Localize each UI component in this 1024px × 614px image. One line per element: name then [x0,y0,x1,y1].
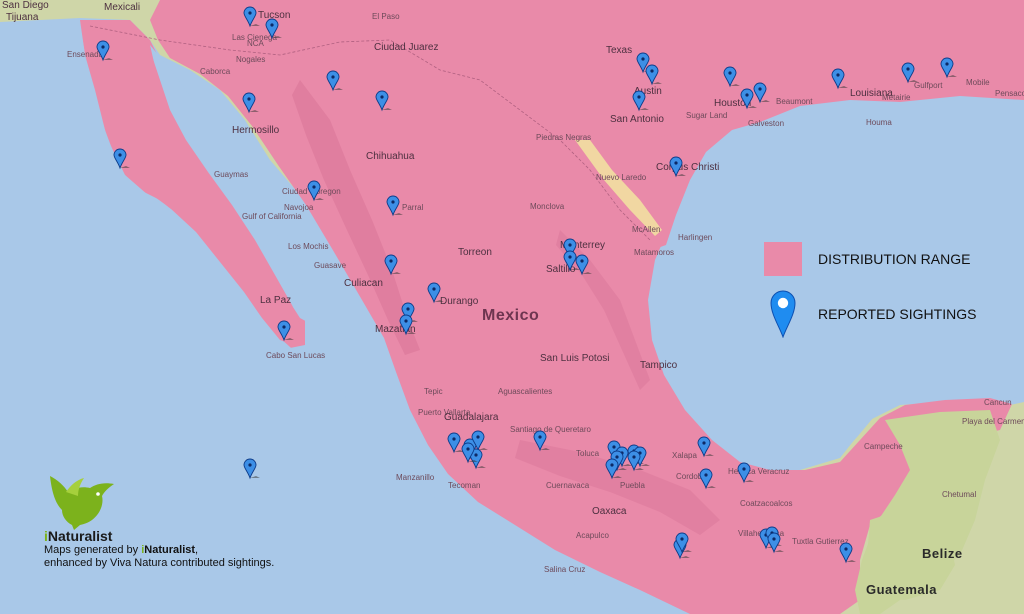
place-label: Oaxaca [592,506,627,517]
place-label: Nuevo Laredo [596,173,647,182]
place-label: Metairie [882,93,911,102]
place-label: Piedras Negras [536,133,591,142]
place-label: Aguascalientes [498,387,552,396]
place-label: Sugar Land [686,111,727,120]
credit-line-2: enhanced by Viva Natura contributed sigh… [44,557,275,569]
place-label: Toluca [576,449,600,458]
place-label: San Diego [2,0,49,11]
place-label: Harlingen [678,233,712,242]
place-label: Nogales [236,55,265,64]
place-label: Houma [866,118,892,127]
place-label: Galveston [748,119,784,128]
place-label: El Paso [372,12,400,21]
place-label: Playa del Carmen [962,417,1024,426]
place-label: Cuernavaca [546,481,590,490]
place-label: Texas [606,45,632,56]
place-label: San Antonio [610,114,664,125]
place-label: Matamoros [634,248,674,257]
place-label: Guasave [314,261,347,270]
place-label: Chihuahua [366,151,415,162]
place-label: Puebla [620,481,645,490]
place-label: San Luis Potosi [540,353,610,364]
credit-line-1: Maps generated by iNaturalist, [44,544,344,557]
place-label: NCA [247,39,265,48]
map-view[interactable]: San Diego Tijuana Mexicali Ensenada Tucson La… [0,0,1024,614]
legend-row-range: DISTRIBUTION RANGE [764,242,970,276]
place-label: Durango [440,296,479,307]
legend-label-sightings: REPORTED SIGHTINGS [818,306,977,322]
country-label-guatemala: Guatemala [866,582,937,597]
credit-suffix: , [195,544,199,556]
place-label: Manzanillo [396,473,435,482]
legend-label-range: DISTRIBUTION RANGE [818,251,971,267]
range-swatch [764,242,802,276]
place-label: Tijuana [6,12,39,23]
place-label: Culiacan [344,278,383,289]
place-label: Heroica Veracruz [728,467,789,476]
logo-rest: Naturalist [47,528,113,544]
place-label: Tepic [424,387,443,396]
country-label-belize: Belize [922,546,963,561]
place-label: Navojoa [284,203,314,212]
credit-prefix: Maps generated by [44,544,142,556]
place-label: Pensacola [995,89,1024,98]
place-label: Coatzacoalcos [740,499,792,508]
credit-brand: iNaturalist [141,544,195,556]
place-label: Cabo San Lucas [266,351,325,360]
place-label: Chetumal [942,490,976,499]
place-label: Cancun [984,398,1012,407]
place-label: Gulfport [914,81,943,90]
place-label: Xalapa [672,451,697,460]
place-label: McAllen [632,225,660,234]
credit-block: iNaturalist Maps generated by iNaturalis… [44,470,344,570]
place-label: Santiago de Queretaro [510,425,591,434]
place-label: Los Mochis [288,242,328,251]
place-label: Gulf of California [242,212,302,221]
place-label: Torreon [458,247,492,258]
place-label: Salina Cruz [544,565,585,574]
inaturalist-bird-icon [44,470,124,530]
place-label: Parral [402,203,424,212]
place-label: Mexicali [104,2,140,13]
place-label: Corpus Christi [656,162,719,173]
place-label: Monclova [530,202,565,211]
place-label: Campeche [864,442,903,451]
place-label: Caborca [200,67,231,76]
map-legend: DISTRIBUTION RANGE REPORTED SIGHTINGS [764,242,1004,342]
place-label: Acapulco [576,531,609,540]
place-label: Tecoman [448,481,480,490]
place-label: La Paz [260,295,291,306]
place-label: Guadalajara [444,412,499,423]
place-label: Ensenada [67,50,104,59]
place-label: Tampico [640,360,678,371]
country-label-mexico: Mexico [482,307,539,324]
place-label: Tuxtla Gutierrez [792,537,849,546]
logo-wordmark: iNaturalist [44,528,344,544]
place-label: Mobile [966,78,990,87]
place-label: Beaumont [776,97,813,106]
legend-row-sightings: REPORTED SIGHTINGS [764,290,976,338]
place-label: Hermosillo [232,125,280,136]
credit-brand-rest: Naturalist [144,544,196,556]
pin-icon [764,290,802,338]
place-label: Guaymas [214,170,248,179]
place-label: Ciudad Juarez [374,42,438,53]
